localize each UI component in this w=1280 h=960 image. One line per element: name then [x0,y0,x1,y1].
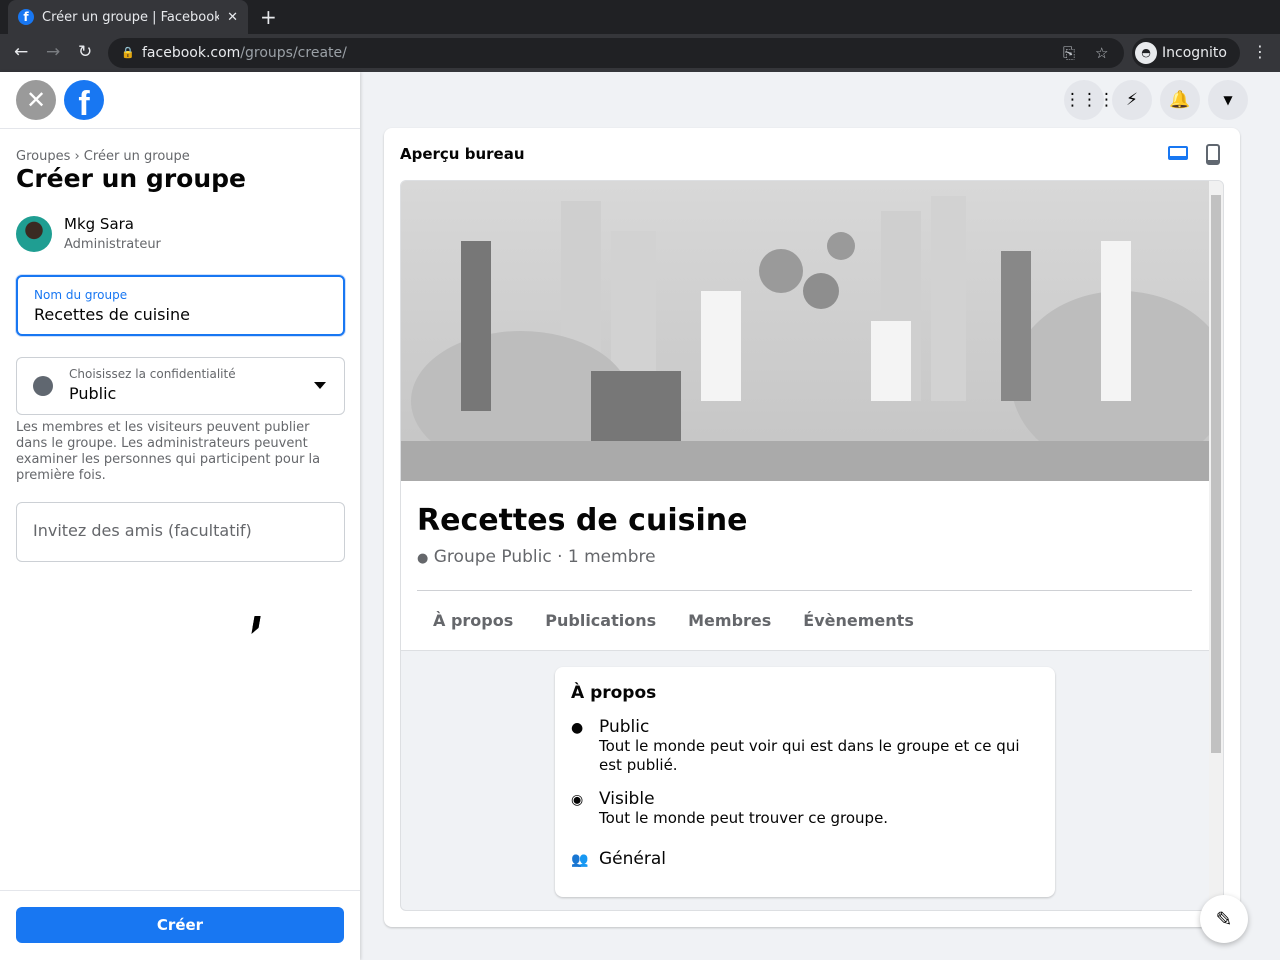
browser-tab[interactable]: f Créer un groupe | Facebook ✕ [8,0,248,34]
star-icon[interactable]: ☆ [1095,38,1108,68]
create-button[interactable]: Créer [16,907,344,943]
privacy-value: Public [69,384,117,403]
about-item-desc: Tout le monde peut voir qui est dans le … [599,737,1020,774]
compose-edit-button[interactable]: ✎ [1200,895,1248,943]
tab-posts[interactable]: Publications [529,611,672,630]
avatar [16,216,52,252]
address-bar[interactable]: 🔒 facebook.com/groups/create/ ⎘ ☆ [108,38,1124,68]
group-name-value[interactable]: Recettes de cuisine [34,305,190,324]
about-item-public: ● Public Tout le monde peut voir qui est… [571,717,1041,775]
eye-icon: ◉ [571,792,584,808]
lock-icon: 🔒 [121,46,135,59]
preview-card: Aperçu bureau Recettes de cuisine ● Grou… [384,128,1240,927]
reload-icon[interactable]: ↻ [78,42,92,62]
mobile-preview-icon[interactable] [1206,144,1220,165]
about-title: À propos [571,683,657,703]
user-role: Administrateur [64,237,161,252]
create-group-sidebar: ✕ f Groupes › Créer un groupe Créer un g… [0,72,360,960]
scrollbar-thumb[interactable] [1211,195,1221,753]
invite-friends-input[interactable] [33,521,323,540]
facebook-logo[interactable]: f [64,80,104,120]
privacy-select[interactable]: Choisissez la confidentialité Public [16,357,345,415]
new-tab-button[interactable]: + [260,5,277,29]
page-title: Créer un groupe [16,164,246,193]
privacy-help-text: Les membres et les visiteurs peuvent pub… [16,420,321,483]
account-dropdown-icon[interactable]: ▼ [1208,80,1248,120]
tab-about[interactable]: À propos [417,611,529,630]
group-preview: Recettes de cuisine ● Groupe Public · 1 … [400,180,1224,911]
tab-members[interactable]: Membres [672,611,787,630]
messenger-icon[interactable]: ⚡ [1112,80,1152,120]
about-item-heading: Public [599,717,650,737]
facebook-favicon-icon: f [18,9,34,25]
incognito-badge[interactable]: ◓ Incognito [1132,38,1240,68]
group-tabs: À propos Publications Membres Évènements [417,611,930,630]
browser-menu-icon[interactable]: ⋮ [1252,42,1268,61]
globe-icon: ● [571,720,584,736]
desktop-preview-icon[interactable] [1168,146,1188,160]
incognito-label: Incognito [1162,45,1227,61]
about-item-heading: Visible [599,789,655,809]
globe-icon: ● [417,551,429,566]
browser-toolbar: ← → ↻ 🔒 facebook.com/groups/create/ ⎘ ☆ … [0,34,1280,72]
invite-friends-field[interactable] [16,502,345,562]
menu-grid-icon[interactable]: ⋮⋮⋮ [1064,80,1115,120]
divider [0,128,360,129]
browser-tabstrip: f Créer un groupe | Facebook ✕ + [0,0,1280,34]
close-tab-icon[interactable]: ✕ [227,10,238,25]
divider [0,890,360,891]
group-header: Recettes de cuisine ● Groupe Public · 1 … [401,481,1209,651]
divider [417,590,1192,591]
url-path: /groups/create/ [240,45,347,61]
bell-icon[interactable]: 🔔 [1160,80,1200,120]
about-item-desc: Tout le monde peut trouver ce groupe. [599,809,889,827]
cover-illustration [401,181,1209,481]
preview-scrollbar[interactable] [1209,181,1223,910]
group-meta: ● Groupe Public · 1 membre [417,547,656,567]
back-icon[interactable]: ← [14,42,28,62]
chevron-down-icon [314,382,326,389]
tab-events[interactable]: Évènements [787,611,930,630]
translate-icon[interactable]: ⎘ [1063,38,1075,68]
privacy-label: Choisissez la confidentialité [69,367,236,381]
incognito-icon: ◓ [1135,42,1157,64]
preview-title: Aperçu bureau [400,145,525,163]
user-name: Mkg Sara [64,215,134,233]
globe-icon [33,376,53,396]
about-item-heading: Général [599,849,666,869]
about-item-general: 👥 Général [571,849,1041,869]
group-name-label: Nom du groupe [34,288,128,302]
about-card: À propos ● Public Tout le monde peut voi… [555,667,1055,897]
group-name: Recettes de cuisine [417,503,748,538]
close-button[interactable]: ✕ [16,80,56,120]
breadcrumb[interactable]: Groupes › Créer un groupe [16,149,190,164]
group-name-input[interactable]: Nom du groupe Recettes de cuisine [16,275,345,336]
forward-icon[interactable]: → [46,42,60,62]
about-item-visible: ◉ Visible Tout le monde peut trouver ce … [571,789,1041,828]
people-icon: 👥 [571,852,589,868]
url-domain: facebook.com [142,45,241,61]
tab-title: Créer un groupe | Facebook [42,9,220,25]
group-meta-text: Groupe Public · 1 membre [433,547,656,567]
